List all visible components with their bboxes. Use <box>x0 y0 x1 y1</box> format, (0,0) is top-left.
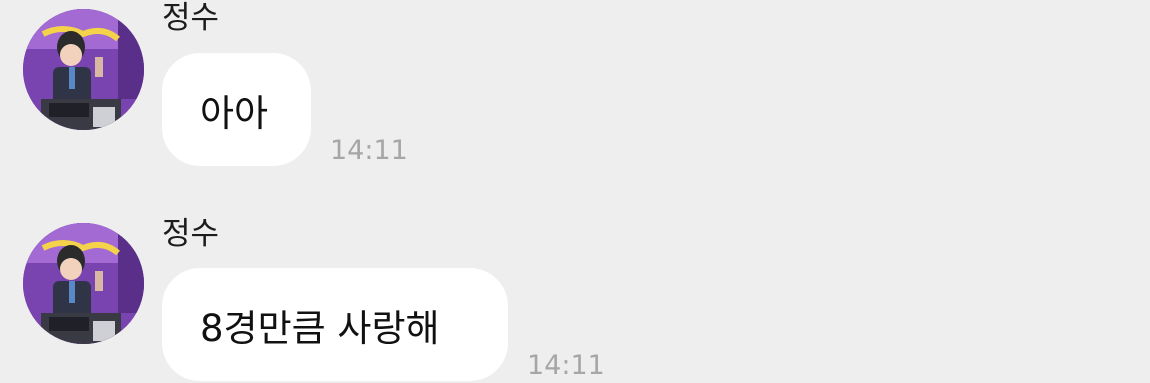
message-text: 아아 <box>200 91 269 135</box>
sender-name: 정수 <box>162 216 220 252</box>
message-text: 8경만큼 사랑해 <box>200 306 440 350</box>
avatar[interactable] <box>23 9 144 130</box>
avatar[interactable] <box>23 223 144 344</box>
avatar-image <box>23 223 144 344</box>
avatar-image <box>23 9 144 130</box>
message-bubble[interactable]: 아아 <box>162 53 311 166</box>
sender-name: 정수 <box>162 0 220 36</box>
message-time: 14:11 <box>527 350 605 381</box>
message-bubble[interactable]: 8경만큼 사랑해 <box>162 268 508 381</box>
message-time: 14:11 <box>330 135 408 166</box>
